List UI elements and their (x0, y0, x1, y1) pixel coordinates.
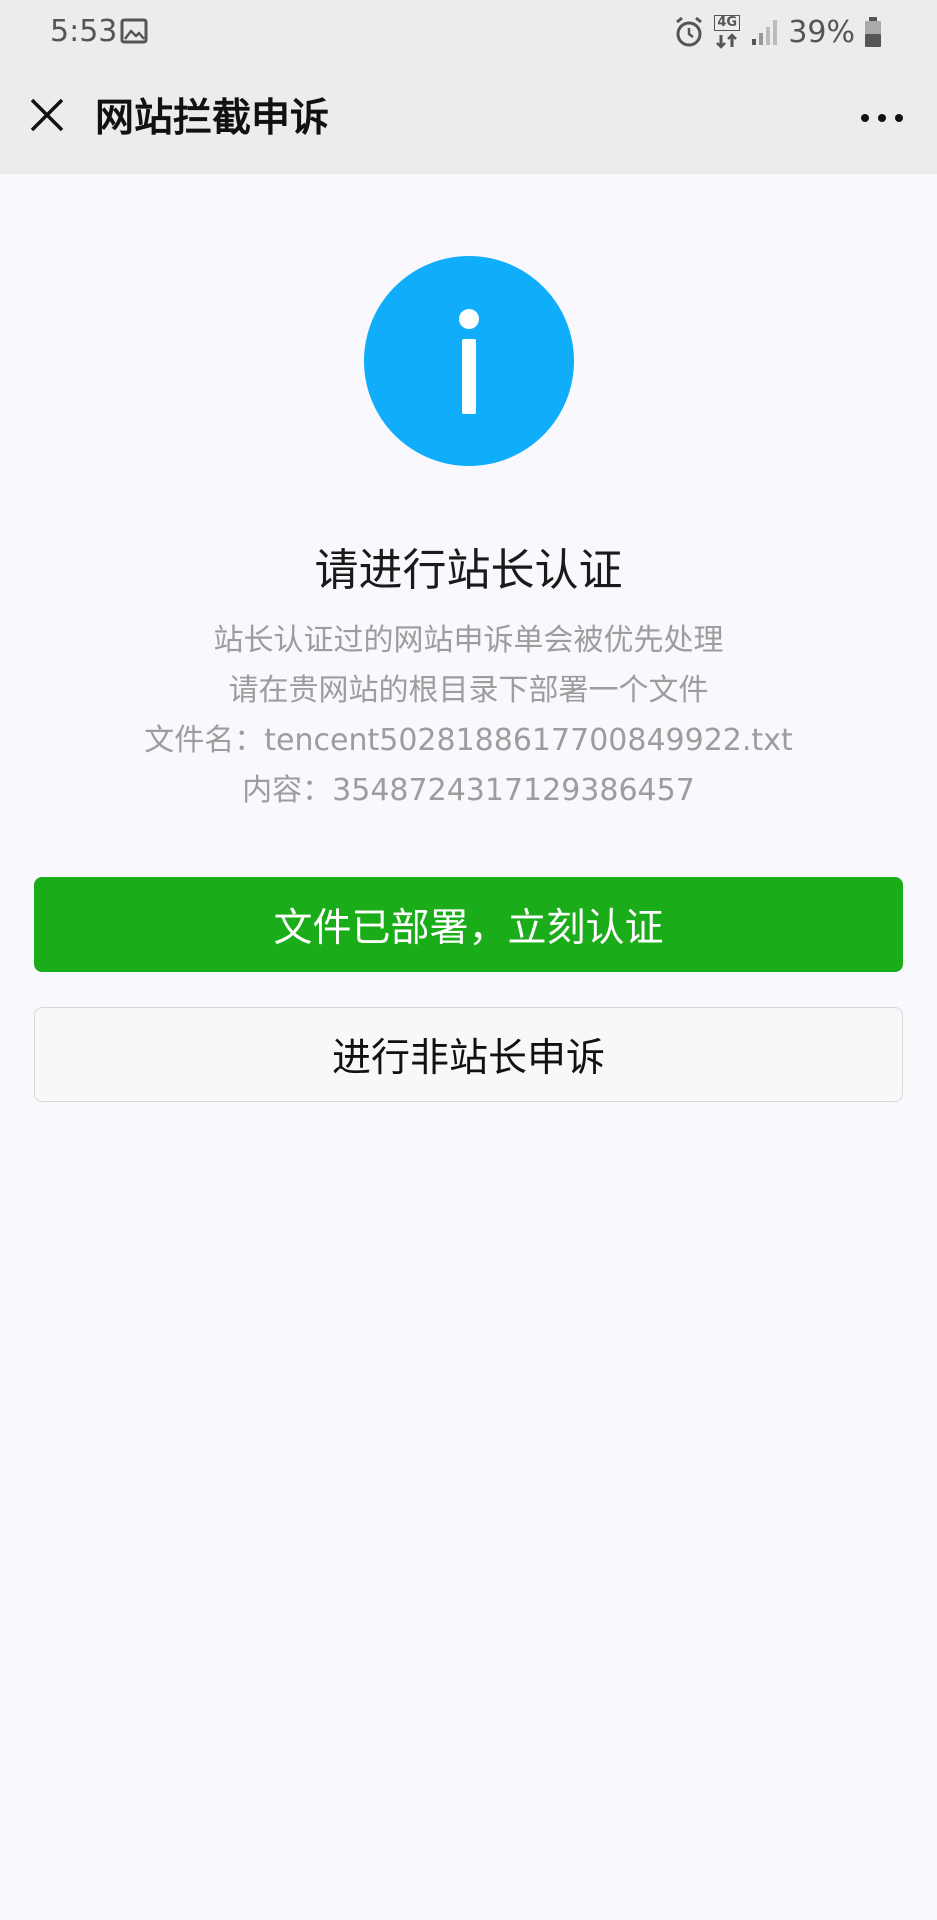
status-bar: 5:53 4G 39% (0, 0, 937, 64)
page-title: 网站拦截申诉 (95, 96, 330, 141)
description: 站长认证过的网站申诉单会被优先处理 请在贵网站的根目录下部署一个文件 文件名：t… (0, 616, 937, 816)
verify-button[interactable]: 文件已部署，立刻认证 (34, 877, 903, 972)
file-name-line: 文件名：tencent5028188617700849922.txt (144, 723, 793, 758)
more-button[interactable] (849, 92, 915, 142)
network-label: 4G (714, 15, 741, 31)
description-line: 请在贵网站的根目录下部署一个文件 (228, 673, 709, 708)
info-icon (364, 256, 574, 466)
battery-percent: 39% (788, 14, 855, 50)
app-bar: 网站拦截申诉 (0, 64, 937, 174)
network-4g-icon: 4G (712, 15, 742, 49)
status-time: 5:53 (50, 14, 118, 49)
alarm-icon (674, 16, 704, 48)
file-content-line: 内容：3548724317129386457 (242, 773, 695, 808)
info-icon-dot (459, 309, 479, 329)
close-button[interactable] (22, 92, 72, 142)
close-icon (29, 97, 65, 137)
signal-icon (750, 17, 780, 47)
battery-icon (863, 16, 883, 48)
heading: 请进行站长认证 (314, 545, 623, 596)
status-icons: 4G 39% (674, 12, 883, 52)
gallery-icon (120, 18, 148, 44)
non-owner-appeal-button[interactable]: 进行非站长申诉 (34, 1007, 903, 1102)
more-icon (860, 108, 904, 127)
description-line: 站长认证过的网站申诉单会被优先处理 (213, 623, 724, 658)
info-icon-bar (462, 339, 476, 414)
